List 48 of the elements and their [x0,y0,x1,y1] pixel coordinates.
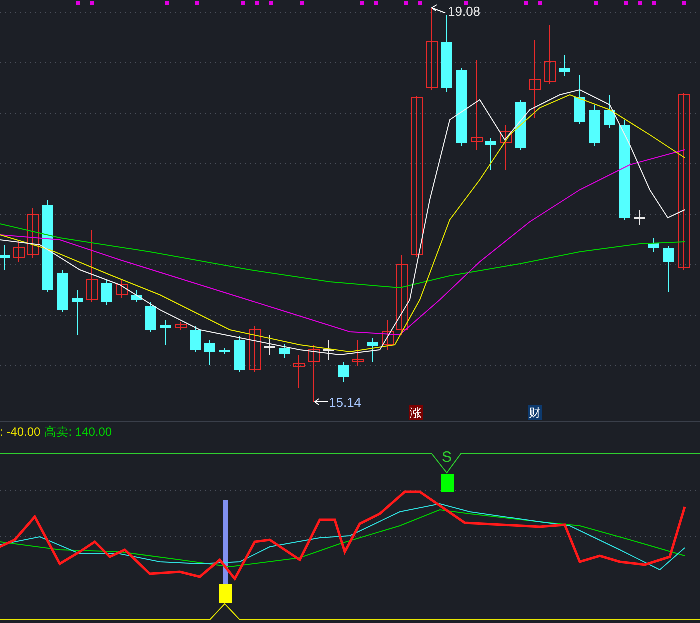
candlestick [308,344,320,402]
high-price-pointer-icon [431,4,446,14]
candlestick [116,280,128,298]
buy-signal-block-icon [219,584,232,603]
candlestick [634,210,646,226]
candlestick [544,24,556,84]
candlestick [27,208,39,258]
buy-signal-bar-icon [223,500,228,584]
candlestick [264,334,276,356]
candlestick [160,320,172,346]
low-price-label: 15.14 [329,395,362,410]
candlestick [590,104,600,146]
sell-signal-block-icon [441,474,454,492]
candlestick [146,302,156,332]
candlestick [486,138,496,170]
candlestick [664,246,674,292]
indicator-legend-value: : -40.00 [0,424,41,441]
candlestick [516,100,526,150]
candlestick [382,320,394,350]
candlestick [574,74,586,124]
high-price-label: 19.08 [448,4,481,19]
candlestick [234,336,246,372]
candlestick [204,340,216,366]
candlestick [249,326,261,372]
candlestick [72,290,84,336]
low-price-pointer-icon [314,398,328,406]
candlestick [175,322,187,330]
candlestick [648,238,660,252]
candlestick [13,240,25,262]
candlestick [293,354,305,388]
candlestick [220,348,230,354]
candlestick [58,270,68,312]
event-marker-label[interactable]: 财 [529,406,541,420]
candlestick [132,290,142,302]
candlestick [500,124,512,170]
candlestick [102,280,112,306]
candlestick [368,338,378,362]
candlestick [338,362,350,382]
sell-signal-label: S [442,449,452,466]
candlestick [560,54,570,76]
candlestick [604,94,616,128]
event-marker-label[interactable]: 涨 [410,406,422,420]
candlestick [324,340,334,360]
candlestick [190,326,202,352]
indicator-legend-value: 高卖: 140.00 [44,424,112,441]
candlestick [0,244,10,270]
candlestick [280,344,290,358]
candlestick [352,340,364,366]
